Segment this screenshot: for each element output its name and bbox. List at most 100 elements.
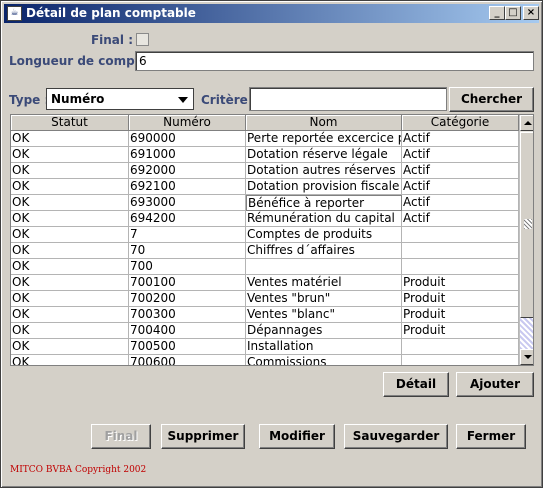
column-header-category[interactable]: Catégorie (402, 115, 519, 131)
cell-category[interactable]: Produit (402, 291, 519, 307)
table-row[interactable]: OK 691000 Dotation réserve légale Actif (11, 147, 519, 163)
table-row[interactable]: OK 700500 Installation (11, 339, 519, 355)
cell-category[interactable] (402, 339, 519, 355)
cell-category[interactable]: Actif (402, 195, 519, 211)
table-row[interactable]: OK 700400 Dépannages Produit (11, 323, 519, 339)
table-row[interactable]: OK 700300 Ventes "blanc" Produit (11, 307, 519, 323)
cell-name[interactable]: Ventes "brun" (246, 291, 402, 307)
table-row[interactable]: OK 70 Chiffres d´affaires (11, 243, 519, 259)
cell-name[interactable]: Comptes de produits (246, 227, 402, 243)
cell-category[interactable]: Produit (402, 275, 519, 291)
cell-status[interactable]: OK (11, 307, 129, 323)
cell-status[interactable]: OK (11, 355, 129, 365)
scroll-up-button[interactable] (520, 115, 533, 131)
cell-number[interactable]: 70 (129, 243, 246, 259)
table-row[interactable]: OK 700200 Ventes "brun" Produit (11, 291, 519, 307)
cell-name[interactable]: Installation (246, 339, 402, 355)
column-header-number[interactable]: Numéro (129, 115, 246, 131)
table-row[interactable]: OK 693000 Bénéfice à reporter Actif (11, 195, 519, 211)
cell-status[interactable]: OK (11, 179, 129, 195)
account-length-field[interactable]: 6 (135, 51, 534, 71)
cell-number[interactable]: 700200 (129, 291, 246, 307)
table-row[interactable]: OK 692000 Dotation autres réserves Actif (11, 163, 519, 179)
table-row[interactable]: OK 692100 Dotation provision fiscale Actif (11, 179, 519, 195)
cell-category[interactable]: Actif (402, 163, 519, 179)
cell-status[interactable]: OK (11, 339, 129, 355)
cell-category[interactable] (402, 227, 519, 243)
table-row[interactable]: OK 694200 Rémunération du capital Actif (11, 211, 519, 227)
search-button[interactable]: Chercher (449, 87, 534, 112)
cell-number[interactable]: 700600 (129, 355, 246, 365)
save-button[interactable]: Sauvegarder (344, 424, 448, 449)
cell-number[interactable]: 700500 (129, 339, 246, 355)
cell-status[interactable]: OK (11, 147, 129, 163)
scroll-track[interactable] (520, 318, 533, 349)
scroll-down-button[interactable] (520, 349, 533, 365)
delete-button[interactable]: Supprimer (161, 424, 245, 449)
cell-number[interactable]: 690000 (129, 131, 246, 147)
cell-name[interactable]: Commissions (246, 355, 402, 365)
cell-number[interactable]: 700100 (129, 275, 246, 291)
criteria-input[interactable] (249, 87, 447, 111)
table-row[interactable]: OK 690000 Perte reportée excercice p... Act… (11, 131, 519, 147)
close-window-button[interactable]: × (523, 6, 539, 20)
scroll-thumb[interactable] (520, 132, 533, 318)
cell-status[interactable]: OK (11, 163, 129, 179)
cell-number[interactable]: 7 (129, 227, 246, 243)
cell-category[interactable] (402, 243, 519, 259)
cell-name[interactable]: Rémunération du capital (246, 211, 402, 227)
cell-number[interactable]: 694200 (129, 211, 246, 227)
cell-name[interactable]: Dotation réserve légale (246, 147, 402, 163)
cell-status[interactable]: OK (11, 227, 129, 243)
cell-number[interactable]: 692000 (129, 163, 246, 179)
cell-category[interactable] (402, 355, 519, 365)
cell-status[interactable]: OK (11, 131, 129, 147)
cell-name[interactable]: Chiffres d´affaires (246, 243, 402, 259)
cell-category[interactable] (402, 259, 519, 275)
cell-name[interactable]: Perte reportée excercice p... (246, 131, 402, 147)
table-row[interactable]: OK 700 (11, 259, 519, 275)
cell-number[interactable]: 691000 (129, 147, 246, 163)
cell-category[interactable]: Actif (402, 211, 519, 227)
modify-button[interactable]: Modifier (259, 424, 335, 449)
detail-button[interactable]: Détail (383, 372, 449, 397)
cell-name[interactable]: Dépannages (246, 323, 402, 339)
cell-name[interactable]: Dotation autres réserves (246, 163, 402, 179)
cell-category[interactable]: Actif (402, 147, 519, 163)
title-bar[interactable]: ☕ Détail de plan comptable _ □ × (4, 4, 539, 23)
column-header-status[interactable]: Statut (11, 115, 129, 131)
table-row[interactable]: OK 700600 Commissions (11, 355, 519, 365)
cell-category[interactable]: Produit (402, 323, 519, 339)
cell-status[interactable]: OK (11, 243, 129, 259)
final-button[interactable]: Final (91, 424, 151, 449)
cell-status[interactable]: OK (11, 323, 129, 339)
cell-number[interactable]: 692100 (129, 179, 246, 195)
final-checkbox[interactable] (136, 33, 149, 46)
cell-name[interactable] (246, 259, 402, 275)
cell-number[interactable]: 700400 (129, 323, 246, 339)
cell-number[interactable]: 700300 (129, 307, 246, 323)
cell-category[interactable]: Actif (402, 131, 519, 147)
cell-name[interactable]: Dotation provision fiscale (246, 179, 402, 195)
cell-number[interactable]: 693000 (129, 195, 246, 211)
cell-name[interactable]: Ventes "blanc" (246, 307, 402, 323)
vertical-scrollbar[interactable] (519, 115, 533, 365)
add-button[interactable]: Ajouter (456, 372, 534, 397)
type-select[interactable]: Numéro (46, 88, 194, 110)
maximize-button[interactable]: □ (505, 6, 521, 20)
cell-status[interactable]: OK (11, 291, 129, 307)
minimize-button[interactable]: _ (489, 6, 505, 20)
close-button[interactable]: Fermer (456, 424, 526, 449)
cell-status[interactable]: OK (11, 259, 129, 275)
cell-status[interactable]: OK (11, 275, 129, 291)
cell-name[interactable]: Ventes matériel (246, 275, 402, 291)
column-header-name[interactable]: Nom (246, 115, 402, 131)
cell-status[interactable]: OK (11, 211, 129, 227)
table-row[interactable]: OK 7 Comptes de produits (11, 227, 519, 243)
cell-status[interactable]: OK (11, 195, 129, 211)
cell-name[interactable]: Bénéfice à reporter (246, 195, 402, 211)
cell-number[interactable]: 700 (129, 259, 246, 275)
table-row[interactable]: OK 700100 Ventes matériel Produit (11, 275, 519, 291)
cell-category[interactable]: Actif (402, 179, 519, 195)
cell-category[interactable]: Produit (402, 307, 519, 323)
